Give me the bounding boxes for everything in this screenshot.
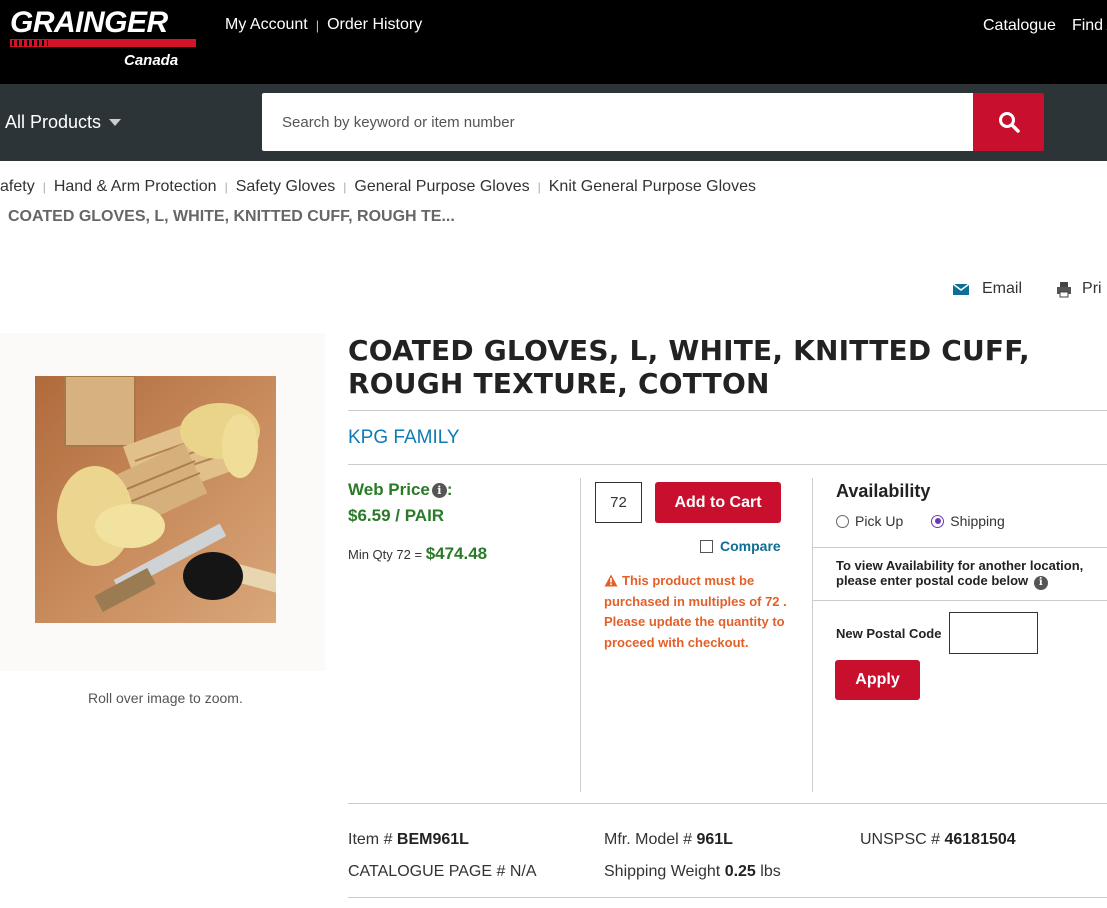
find-link[interactable]: Find A xyxy=(1072,17,1107,34)
availability-note: To view Availability for another locatio… xyxy=(836,558,1101,590)
account-links: My Account | Order History xyxy=(225,16,422,34)
shipping-radio[interactable] xyxy=(931,514,945,528)
pickup-label[interactable]: Pick Up xyxy=(855,513,903,529)
shipping-weight: Shipping Weight 0.25 lbs xyxy=(604,863,781,881)
breadcrumb-current: COATED GLOVES, L, WHITE, KNITTED CUFF, R… xyxy=(8,208,455,225)
unspsc-number: UNSPSC # 46181504 xyxy=(860,831,1016,849)
breadcrumb-separator: | xyxy=(224,180,228,194)
multiples-warning: This product must be purchased in multip… xyxy=(604,571,799,653)
quantity-input[interactable] xyxy=(595,482,642,523)
availability-title: Availability xyxy=(836,481,931,501)
search-button[interactable] xyxy=(973,93,1044,151)
product-title: COATED GLOVES, L, WHITE, KNITTED CUFF, R… xyxy=(348,334,1030,400)
add-to-cart-button[interactable]: Add to Cart xyxy=(655,482,781,523)
item-number-value: BEM961L xyxy=(396,831,469,848)
print-icon[interactable] xyxy=(1056,281,1072,298)
breadcrumb-item-safety[interactable]: afety xyxy=(0,178,35,196)
divider xyxy=(348,464,1107,465)
email-icon[interactable] xyxy=(952,282,970,296)
search-input[interactable] xyxy=(262,93,973,151)
compare-label: Compare xyxy=(720,538,781,554)
warning-icon xyxy=(604,574,618,587)
compare-toggle[interactable]: Compare xyxy=(700,538,781,554)
search-box xyxy=(262,93,973,151)
min-qty-total: $474.48 xyxy=(425,544,488,563)
link-separator: | xyxy=(315,17,320,33)
info-icon[interactable]: i xyxy=(1033,576,1048,590)
email-link[interactable]: Email xyxy=(982,280,1022,298)
info-icon[interactable]: i xyxy=(431,482,447,498)
breadcrumb-item-hand-arm[interactable]: Hand & Arm Protection xyxy=(54,178,217,196)
postal-code-input[interactable] xyxy=(949,612,1038,654)
pickup-radio[interactable] xyxy=(836,514,849,528)
shipping-label[interactable]: Shipping xyxy=(950,513,1005,529)
model-number: Mfr. Model # 961L xyxy=(604,831,733,849)
header-right-links: Catalogue Find A xyxy=(983,17,1107,35)
min-qty: Min Qty 72 = $474.48 xyxy=(348,544,487,564)
catalogue-page-value: N/A xyxy=(509,863,537,880)
shipping-weight-label: Shipping Weight xyxy=(604,863,721,880)
breadcrumb-separator: | xyxy=(343,180,347,194)
compare-checkbox[interactable] xyxy=(700,539,713,553)
apply-button[interactable]: Apply xyxy=(835,660,920,700)
brand-link[interactable]: KPG FAMILY xyxy=(348,427,460,449)
web-price-label: Web Price i : xyxy=(348,480,453,500)
logo-wordmark: GRAINGER xyxy=(10,6,168,39)
item-number: Item # BEM961L xyxy=(348,831,469,849)
column-divider xyxy=(812,478,813,792)
divider xyxy=(348,410,1107,411)
column-divider xyxy=(580,478,581,792)
warning-text: This product must be purchased in multip… xyxy=(604,573,787,650)
caret-down-icon xyxy=(109,119,122,126)
breadcrumb-item-knit-gloves[interactable]: Knit General Purpose Gloves xyxy=(549,178,756,196)
nav-bar: All Products xyxy=(0,84,1107,161)
shipping-weight-unit: lbs xyxy=(760,863,781,880)
divider xyxy=(348,803,1107,804)
fulfillment-options: Pick Up Shipping xyxy=(836,513,1005,529)
all-products-label: All Products xyxy=(5,112,102,132)
breadcrumb: afety | Hand & Arm Protection | Safety G… xyxy=(0,178,756,196)
breadcrumb-separator: | xyxy=(537,180,541,194)
breadcrumb-item-safety-gloves[interactable]: Safety Gloves xyxy=(236,178,336,196)
share-tools: Email Pri xyxy=(952,280,1102,298)
divider xyxy=(813,547,1107,548)
logo-subtitle: Canada xyxy=(124,52,179,69)
catalogue-page: CATALOGUE PAGE # N/A xyxy=(348,863,537,881)
min-qty-label: Min Qty 72 = xyxy=(348,547,423,562)
my-account-link[interactable]: My Account xyxy=(225,16,308,34)
unspsc-value: 46181504 xyxy=(944,831,1016,848)
search-icon xyxy=(999,112,1020,133)
product-image[interactable] xyxy=(35,376,276,623)
web-price-colon: : xyxy=(446,480,453,499)
unspsc-label: UNSPSC # xyxy=(860,831,941,848)
logo-stripes xyxy=(12,40,48,46)
web-price-text: Web Price xyxy=(348,480,430,499)
divider xyxy=(348,897,1107,898)
catalogue-link[interactable]: Catalogue xyxy=(983,17,1056,34)
model-number-label: Mfr. Model # xyxy=(604,831,693,848)
all-products-menu[interactable]: All Products xyxy=(5,112,122,133)
divider xyxy=(813,600,1107,601)
gloves-photo xyxy=(35,376,276,623)
top-header: GRAINGER Canada My Account | Order Histo… xyxy=(0,0,1107,84)
print-link[interactable]: Pri xyxy=(1082,280,1102,298)
postal-code-label: New Postal Code xyxy=(836,626,942,641)
breadcrumb-separator: | xyxy=(42,180,46,194)
order-history-link[interactable]: Order History xyxy=(327,16,422,34)
breadcrumb-item-general-gloves[interactable]: General Purpose Gloves xyxy=(354,178,529,196)
unit-price: $6.59 / PAIR xyxy=(348,506,445,525)
item-number-label: Item # xyxy=(348,831,393,848)
shipping-weight-value: 0.25 xyxy=(724,863,756,880)
grainger-logo[interactable]: GRAINGER Canada xyxy=(10,6,200,74)
zoom-hint: Roll over image to zoom. xyxy=(88,690,243,706)
model-number-value: 961L xyxy=(696,831,733,848)
catalogue-page-label: CATALOGUE PAGE # xyxy=(348,863,506,880)
